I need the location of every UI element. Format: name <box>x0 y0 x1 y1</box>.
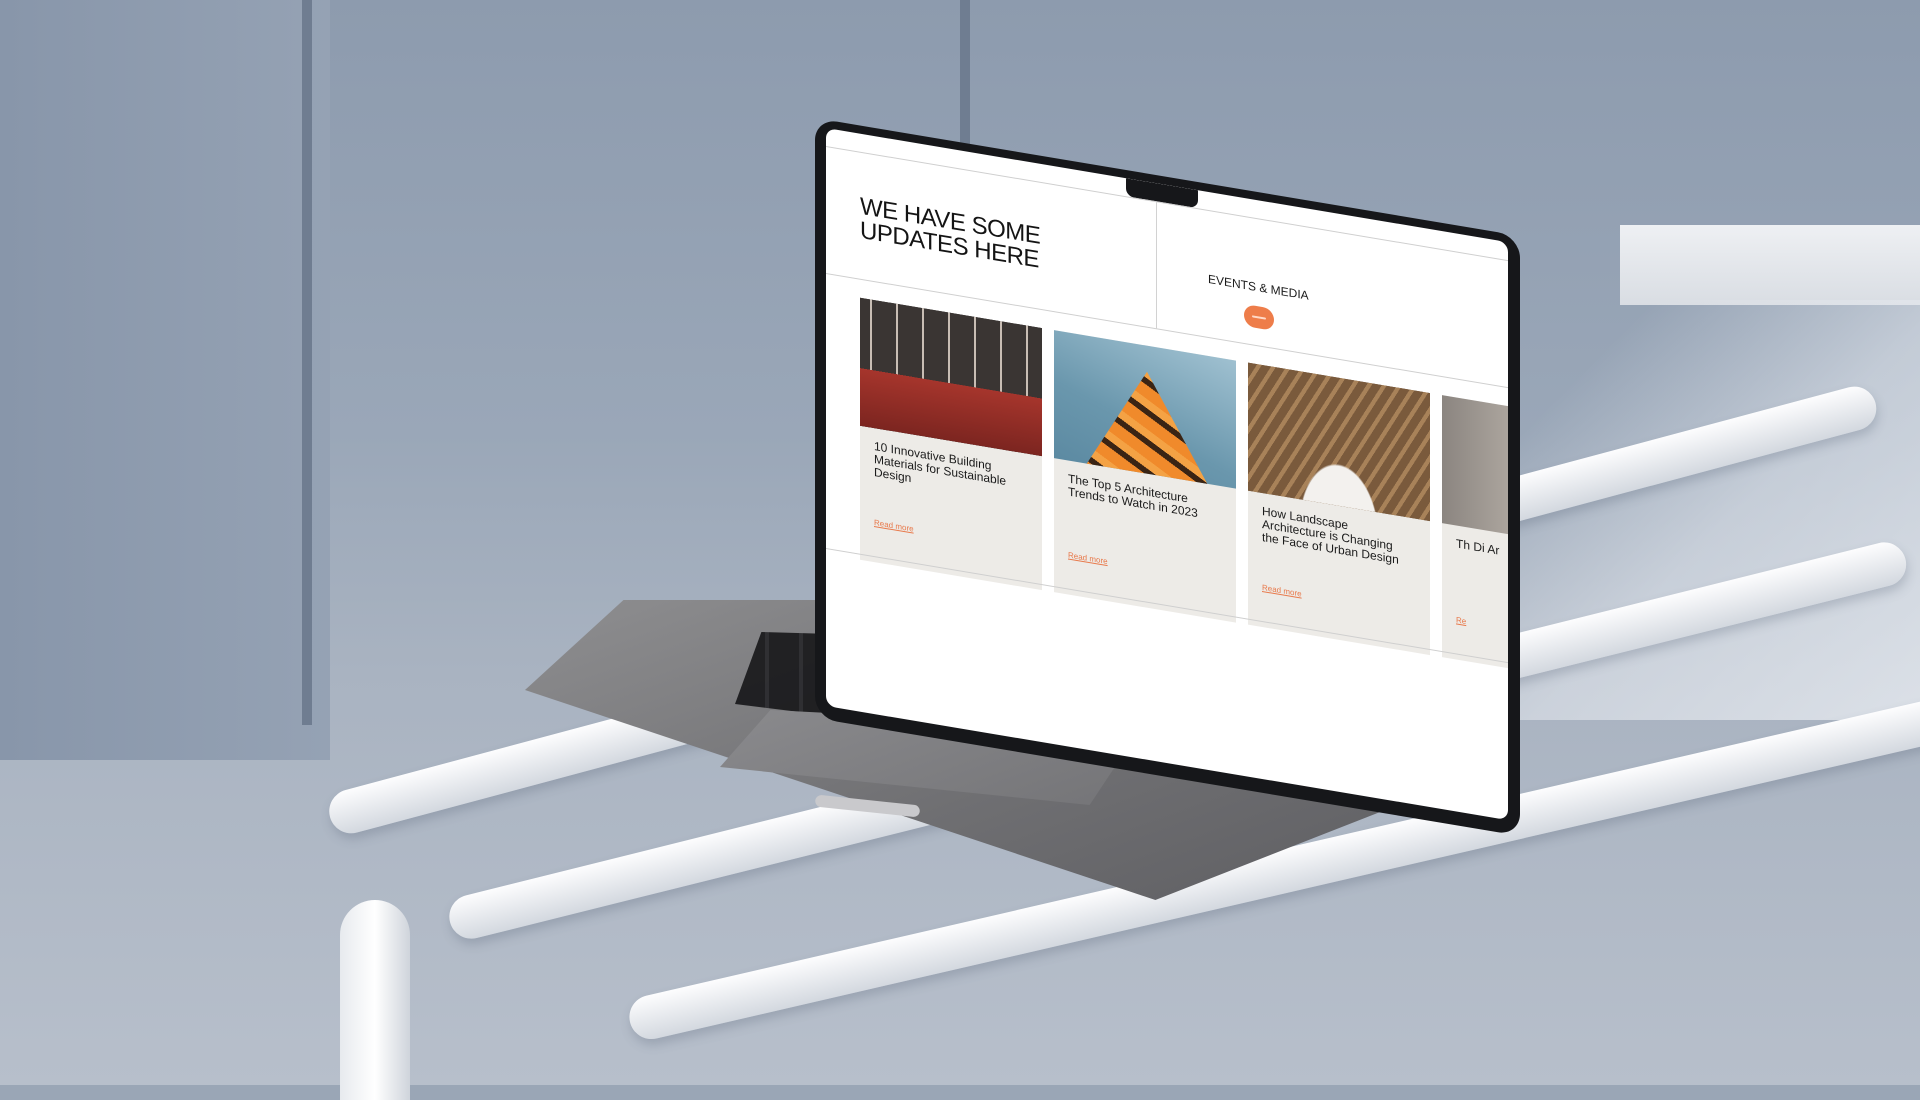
events-media-label[interactable]: EVENTS & MEDIA <box>1208 272 1309 303</box>
article-title[interactable]: How Landscape Architecture is Changing t… <box>1262 504 1412 569</box>
read-more-link[interactable]: Read more <box>874 518 914 534</box>
wall-seam <box>302 0 312 725</box>
article-card[interactable]: The Top 5 Architecture Trends to Watch i… <box>1054 330 1236 623</box>
building-graphic <box>1082 361 1212 489</box>
article-photo <box>1054 330 1236 489</box>
read-more-link[interactable]: Re <box>1456 615 1466 626</box>
slider-next-button[interactable] <box>1244 303 1274 331</box>
read-more-link[interactable]: Read more <box>1068 550 1108 566</box>
rack-leg <box>340 900 410 1100</box>
page-title: WE HAVE SOME UPDATES HERE <box>860 192 1041 274</box>
laptop-screen: WE HAVE SOME UPDATES HERE EVENTS & MEDIA… <box>826 128 1508 821</box>
article-cards: 10 Innovative Building Materials for Sus… <box>860 297 1508 673</box>
article-card[interactable]: 10 Innovative Building Materials for Sus… <box>860 297 1042 591</box>
left-wall <box>0 0 330 760</box>
article-title[interactable]: 10 Innovative Building Materials for Sus… <box>874 439 1024 504</box>
read-more-link[interactable]: Read more <box>1262 583 1302 599</box>
article-card[interactable]: Th Di Ar Re <box>1442 395 1508 673</box>
article-title[interactable]: Th Di Ar <box>1456 536 1508 575</box>
arrow-icon <box>1252 315 1266 320</box>
wall-seam <box>960 0 970 150</box>
article-photo <box>1248 362 1430 522</box>
shelf <box>1620 225 1920 305</box>
article-photo <box>1442 395 1508 539</box>
article-card[interactable]: How Landscape Architecture is Changing t… <box>1248 362 1430 656</box>
article-photo <box>860 297 1042 457</box>
